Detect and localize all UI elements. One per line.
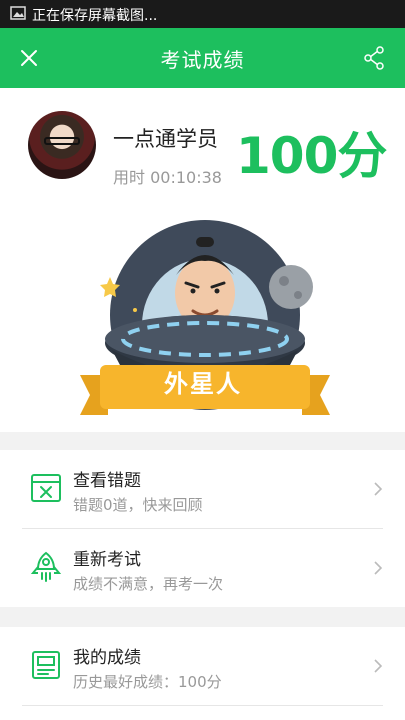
score-report-icon [32,651,60,679]
image-icon [10,6,26,20]
badge-label: 外星人 [164,370,242,398]
status-text: 正在保存屏幕截图... [32,8,158,24]
user-name: 一点通学员 [113,127,218,151]
exam-score: 100分 [236,127,387,185]
avatar [28,111,96,179]
share-icon[interactable] [363,46,385,70]
divider [22,705,383,706]
status-bar: 正在保存屏幕截图... [0,0,405,28]
row-title: 查看错题 [73,471,141,491]
row-subtitle: 历史最好成绩：100分 [73,673,222,691]
row-subtitle: 错题0道，快来回顾 [73,496,203,514]
retake-exam-row[interactable]: 重新考试 成绩不满意，再考一次 [0,529,405,607]
section-gap [0,607,405,627]
section-gap [0,432,405,450]
row-title: 重新考试 [73,550,141,570]
row-subtitle: 成绩不满意，再考一次 [73,575,224,593]
view-wrong-questions-row[interactable]: 查看错题 错题0道，快来回顾 [0,450,405,528]
rocket-icon [30,551,62,582]
result-summary: 一点通学员 用时 00:10:38 100分 [0,88,405,208]
row-title: 我的成绩 [73,648,141,668]
my-scores-row[interactable]: 我的成绩 历史最好成绩：100分 [0,627,405,705]
avatar-glasses [44,137,80,145]
elapsed-time: 用时 00:10:38 [113,168,222,187]
chevron-right-icon [374,561,383,575]
chevron-right-icon [374,482,383,496]
chevron-right-icon [374,659,383,673]
wrong-questions-icon [31,474,61,502]
page-title: 考试成绩 [160,48,245,72]
top-nav-bar: 考试成绩 [0,28,405,88]
